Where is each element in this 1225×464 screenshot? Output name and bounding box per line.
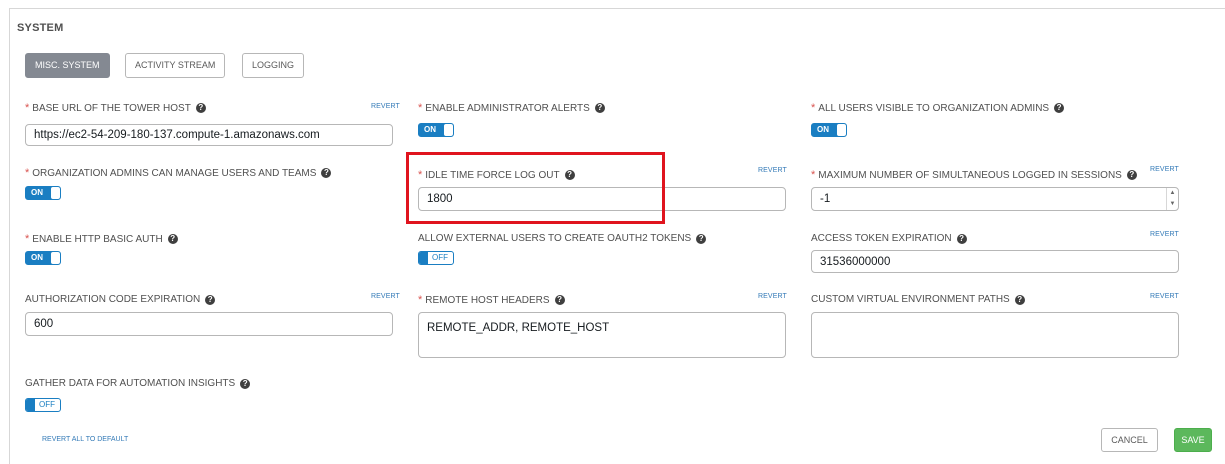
http-basic-auth-label: * ENABLE HTTP BASIC AUTH ?: [25, 233, 178, 245]
users-visible-toggle[interactable]: ON: [811, 123, 847, 137]
help-icon[interactable]: ?: [1054, 103, 1065, 113]
toggle-knob: [51, 187, 60, 199]
users-visible-label-text: ALL USERS VISIBLE TO ORGANIZATION ADMINS: [818, 102, 1050, 114]
toggle-state: OFF: [432, 253, 448, 262]
required-marker: *: [811, 102, 816, 114]
admin-alerts-label: * ENABLE ADMINISTRATOR ALERTS ?: [418, 102, 605, 114]
max-sessions-revert-link[interactable]: REVERT: [1150, 166, 1179, 173]
base-url-field[interactable]: https://ec2-54-209-180-137.compute-1.ama…: [25, 124, 393, 146]
admin-alerts-label-text: ENABLE ADMINISTRATOR ALERTS: [425, 102, 590, 114]
insights-toggle[interactable]: OFF: [25, 398, 61, 412]
remote-headers-textarea[interactable]: REMOTE_ADDR, REMOTE_HOST: [418, 312, 786, 358]
required-marker: *: [25, 102, 30, 114]
remote-headers-label: * REMOTE HOST HEADERS ?: [418, 294, 565, 306]
auth-code-label-text: AUTHORIZATION CODE EXPIRATION: [25, 294, 201, 305]
external-oauth-label-text: ALLOW EXTERNAL USERS TO CREATE OAUTH2 TO…: [418, 233, 692, 244]
http-basic-auth-toggle[interactable]: ON: [25, 251, 61, 265]
help-icon[interactable]: ?: [956, 233, 967, 244]
cancel-button[interactable]: CANCEL: [1101, 428, 1158, 452]
custom-venv-revert-link[interactable]: REVERT: [1150, 293, 1179, 300]
toggle-state: ON: [31, 188, 43, 197]
toggle-state: ON: [424, 125, 436, 134]
users-visible-label: * ALL USERS VISIBLE TO ORGANIZATION ADMI…: [811, 102, 1065, 114]
idle-timeout-label: * IDLE TIME FORCE LOG OUT ?: [418, 169, 575, 181]
toggle-knob: [444, 124, 453, 136]
org-admins-label: * ORGANIZATION ADMINS CAN MANAGE USERS A…: [25, 167, 332, 179]
insights-label-text: GATHER DATA FOR AUTOMATION INSIGHTS: [25, 378, 236, 389]
help-icon[interactable]: ?: [1126, 170, 1137, 180]
toggle-state: ON: [817, 125, 829, 134]
help-icon[interactable]: ?: [167, 234, 178, 244]
help-icon[interactable]: ?: [564, 170, 575, 180]
toggle-knob: [419, 252, 428, 264]
insights-label: GATHER DATA FOR AUTOMATION INSIGHTS ?: [25, 378, 251, 389]
custom-venv-textarea[interactable]: [811, 312, 1179, 358]
access-token-label-text: ACCESS TOKEN EXPIRATION: [811, 233, 952, 244]
tab-logging[interactable]: LOGGING: [242, 53, 305, 78]
custom-venv-label: CUSTOM VIRTUAL ENVIRONMENT PATHS ?: [811, 294, 1025, 305]
custom-venv-label-text: CUSTOM VIRTUAL ENVIRONMENT PATHS: [811, 294, 1010, 305]
required-marker: *: [25, 233, 30, 245]
section-title: SYSTEM: [17, 22, 64, 34]
help-icon[interactable]: ?: [554, 295, 565, 305]
org-admins-toggle[interactable]: ON: [25, 186, 61, 200]
admin-alerts-toggle[interactable]: ON: [418, 123, 454, 137]
auth-code-label: AUTHORIZATION CODE EXPIRATION ?: [25, 294, 216, 305]
required-marker: *: [418, 169, 423, 181]
base-url-label-text: BASE URL OF THE TOWER HOST: [32, 102, 191, 114]
http-basic-auth-label-text: ENABLE HTTP BASIC AUTH: [32, 233, 163, 245]
spin-down-icon[interactable]: ▼: [1167, 199, 1178, 210]
spin-up-icon[interactable]: ▲: [1167, 188, 1178, 199]
toggle-state: ON: [31, 253, 43, 262]
help-icon[interactable]: ?: [195, 103, 206, 113]
help-icon[interactable]: ?: [321, 168, 332, 178]
access-token-field[interactable]: 31536000000: [811, 250, 1179, 273]
number-spinner[interactable]: ▲ ▼: [1166, 188, 1178, 210]
access-token-label: ACCESS TOKEN EXPIRATION ?: [811, 233, 967, 244]
help-icon[interactable]: ?: [594, 103, 605, 113]
base-url-label: * BASE URL OF THE TOWER HOST ?: [25, 102, 206, 114]
toggle-knob: [837, 124, 846, 136]
help-icon[interactable]: ?: [240, 378, 251, 389]
save-button[interactable]: SAVE: [1174, 428, 1212, 452]
tab-activity-stream[interactable]: ACTIVITY STREAM: [125, 53, 226, 78]
external-oauth-toggle[interactable]: OFF: [418, 251, 454, 265]
remote-headers-label-text: REMOTE HOST HEADERS: [425, 294, 550, 306]
access-token-revert-link[interactable]: REVERT: [1150, 231, 1179, 238]
max-sessions-value: -1: [820, 193, 831, 205]
auth-code-field[interactable]: 600: [25, 312, 393, 336]
required-marker: *: [418, 102, 423, 114]
toggle-knob: [26, 399, 35, 411]
max-sessions-field[interactable]: -1 ▲ ▼: [811, 187, 1179, 211]
required-marker: *: [25, 167, 30, 179]
base-url-revert-link[interactable]: REVERT: [371, 103, 400, 110]
remote-headers-revert-link[interactable]: REVERT: [758, 293, 787, 300]
idle-timeout-field[interactable]: 1800: [418, 187, 786, 211]
required-marker: *: [811, 169, 816, 181]
revert-all-link[interactable]: REVERT ALL TO DEFAULT: [42, 436, 128, 443]
max-sessions-label-text: MAXIMUM NUMBER OF SIMULTANEOUS LOGGED IN…: [818, 169, 1122, 181]
help-icon[interactable]: ?: [1014, 294, 1025, 305]
tab-misc-system[interactable]: MISC. SYSTEM: [25, 53, 110, 78]
help-icon[interactable]: ?: [205, 294, 216, 305]
required-marker: *: [418, 294, 423, 306]
max-sessions-label: * MAXIMUM NUMBER OF SIMULTANEOUS LOGGED …: [811, 169, 1137, 181]
idle-timeout-label-text: IDLE TIME FORCE LOG OUT: [425, 169, 560, 181]
org-admins-label-text: ORGANIZATION ADMINS CAN MANAGE USERS AND…: [32, 167, 317, 179]
idle-timeout-revert-link[interactable]: REVERT: [758, 167, 787, 174]
external-oauth-label: ALLOW EXTERNAL USERS TO CREATE OAUTH2 TO…: [418, 233, 707, 244]
toggle-knob: [51, 252, 60, 264]
toggle-state: OFF: [39, 400, 55, 409]
help-icon[interactable]: ?: [696, 233, 707, 244]
auth-code-revert-link[interactable]: REVERT: [371, 293, 400, 300]
